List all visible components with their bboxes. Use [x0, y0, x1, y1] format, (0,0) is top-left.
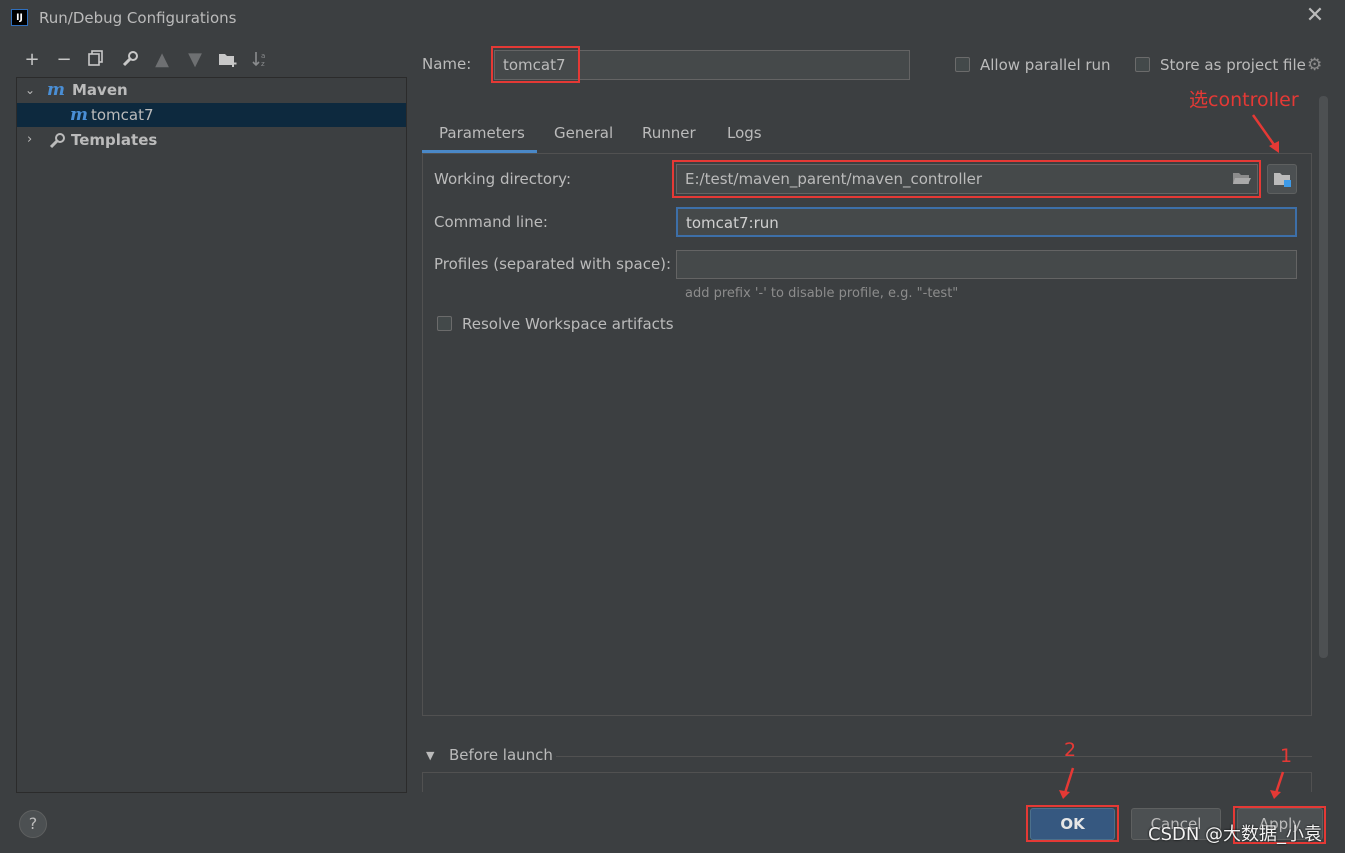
annotation-controller: 选controller: [1189, 89, 1299, 111]
tree-item-label: Maven: [72, 81, 128, 99]
intellij-app-icon: IJ: [11, 9, 28, 26]
annotation-step-2: 2: [1064, 739, 1077, 761]
collapse-triangle-icon[interactable]: ▼: [426, 749, 434, 762]
profiles-hint: add prefix '-' to disable profile, e.g. …: [685, 286, 959, 301]
svg-text:z: z: [261, 60, 265, 68]
before-launch-list: [422, 772, 1312, 792]
resolve-workspace-label: Resolve Workspace artifacts: [462, 315, 674, 333]
tab-runner[interactable]: Runner: [642, 122, 696, 152]
maven-icon: m: [70, 105, 88, 125]
allow-parallel-label: Allow parallel run: [980, 56, 1111, 74]
annotation-arrow-apply: [1270, 771, 1285, 799]
scrollbar[interactable]: [1319, 96, 1328, 658]
chevron-right-icon[interactable]: ›: [27, 128, 32, 152]
remove-icon[interactable]: −: [53, 50, 75, 70]
divider: [556, 756, 1312, 757]
svg-text:a: a: [261, 52, 265, 60]
tree-item-tomcat7[interactable]: m tomcat7: [17, 103, 406, 127]
wrench-icon: [48, 132, 66, 157]
tree-item-templates[interactable]: › Templates: [17, 128, 406, 152]
window-title: Run/Debug Configurations: [39, 9, 237, 27]
close-icon[interactable]: ✕: [1305, 5, 1325, 27]
parameters-panel: [422, 153, 1312, 716]
annotation-arrow-folder: [1251, 114, 1279, 153]
command-line-label: Command line:: [434, 213, 548, 231]
resolve-workspace-checkbox[interactable]: [437, 316, 452, 331]
chevron-down-icon[interactable]: ⌄: [25, 78, 35, 102]
working-directory-label: Working directory:: [434, 170, 572, 188]
move-up-icon[interactable]: ▲: [151, 50, 173, 70]
annotation-arrow-ok: [1059, 767, 1075, 799]
wrench-icon[interactable]: [119, 50, 141, 70]
name-label: Name:: [422, 55, 472, 73]
annotation-box-ok: [1026, 805, 1119, 842]
tree-item-maven[interactable]: ⌄ m Maven: [17, 78, 406, 102]
copy-icon[interactable]: [85, 50, 107, 70]
csdn-watermark: CSDN @大数据_小袁: [1148, 824, 1323, 845]
tree-item-label: Templates: [71, 131, 158, 149]
annotation-box-working-directory: [672, 160, 1261, 198]
new-folder-icon[interactable]: [217, 50, 239, 70]
allow-parallel-checkbox[interactable]: [955, 57, 970, 72]
tab-logs[interactable]: Logs: [727, 122, 762, 152]
macro-folder-button[interactable]: [1267, 164, 1297, 194]
add-icon[interactable]: +: [21, 50, 43, 70]
annotation-step-1: 1: [1280, 745, 1293, 767]
before-launch-label[interactable]: Before launch: [449, 746, 553, 764]
command-line-field[interactable]: tomcat7:run: [676, 207, 1297, 237]
gear-icon[interactable]: ⚙: [1307, 55, 1322, 75]
profiles-label: Profiles (separated with space):: [434, 255, 672, 273]
tab-parameters[interactable]: Parameters: [439, 122, 525, 152]
move-down-icon[interactable]: ▼: [184, 50, 206, 70]
help-button[interactable]: ?: [19, 810, 47, 838]
store-project-label: Store as project file: [1160, 56, 1306, 74]
store-project-checkbox[interactable]: [1135, 57, 1150, 72]
profiles-field[interactable]: [676, 250, 1297, 279]
annotation-box-name: [491, 46, 580, 83]
maven-icon: m: [47, 80, 65, 100]
tree-item-label: tomcat7: [91, 106, 154, 124]
sort-icon[interactable]: az: [249, 50, 271, 70]
configuration-tree[interactable]: ⌄ m Maven m tomcat7 › Templates: [16, 77, 407, 793]
tab-general[interactable]: General: [554, 122, 613, 152]
